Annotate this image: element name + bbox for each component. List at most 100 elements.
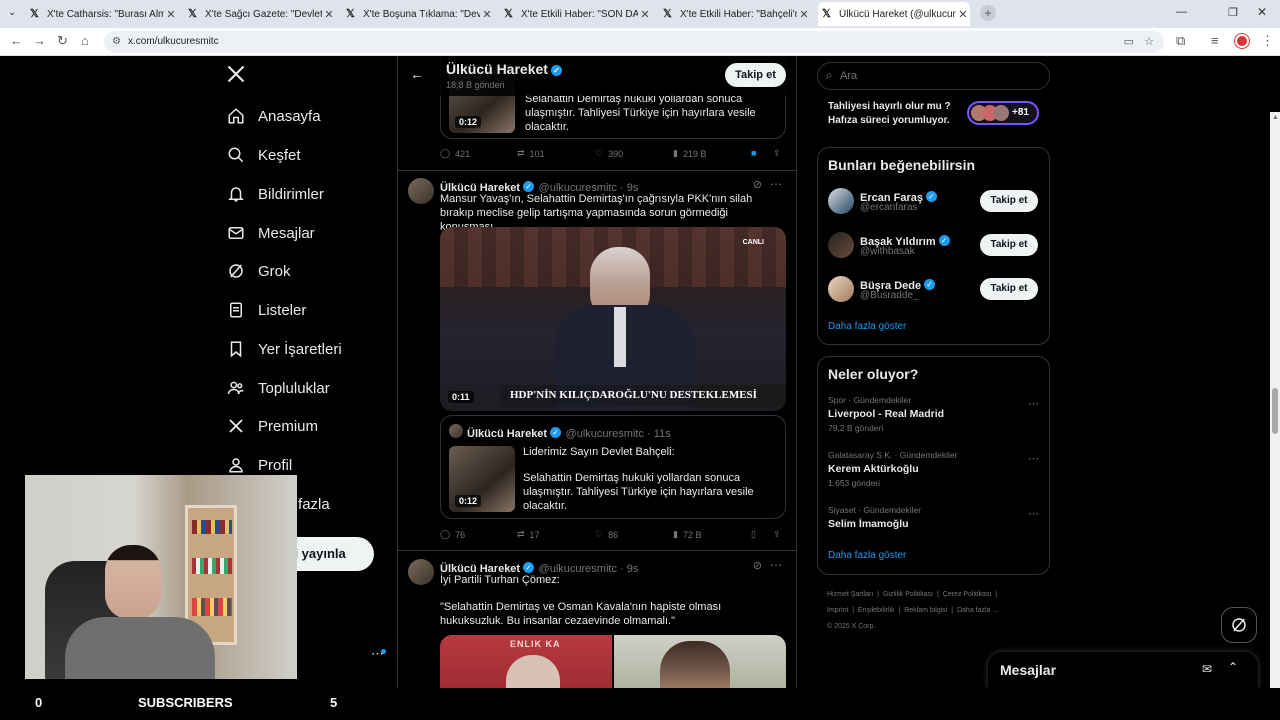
suggested-user[interactable]: Ercan Faraş ✓ @ercanfaras Takip et [818,184,1049,224]
browser-tab[interactable]: 𝕏 X'te Sağcı Gazete: "Devlet Bahç✕ [184,2,336,26]
close-tab-icon[interactable]: ✕ [164,8,178,21]
minimize-icon[interactable]: — [1176,6,1187,18]
page-scrollbar[interactable]: ▲ ▼ [1270,112,1280,688]
tweet-avatar[interactable] [408,178,434,204]
grok-explain-icon[interactable]: ⊘ [753,559,762,572]
expand-up-icon[interactable]: ⌃ [1228,660,1238,674]
more-options-icon[interactable]: ⋯ [770,558,782,572]
suggested-user[interactable]: Başak Yıldırım ✓ @withbasak Takip et [818,228,1049,268]
back-arrow-icon[interactable]: ← [410,66,424,82]
video-thumbnail[interactable]: 0:12 [449,446,515,512]
nav-communities[interactable]: Topluluklar [226,373,330,403]
grok-explain-icon[interactable]: ⊘ [753,178,762,191]
address-bar[interactable]: ⚙ x.com/ulkucuresmitc ▭ ☆ [104,31,1164,53]
browser-tab[interactable]: 𝕏 X'te Etkili Haber: "Bahçeli'nin se✕ [659,2,811,26]
nav-lists[interactable]: Listeler [226,295,306,325]
extensions-icon[interactable]: ⧉ [1176,33,1185,49]
spaces-participants[interactable]: +81 [967,101,1039,125]
nav-notifications[interactable]: Bildirimler [226,179,324,209]
x-logo-icon[interactable] [226,64,246,89]
nav-home[interactable]: Anasayfa [226,101,321,131]
profile-avatar[interactable] [1235,34,1249,48]
follow-button[interactable]: Takip et [980,234,1038,256]
home-icon[interactable]: ⌂ [81,33,89,48]
footer-link[interactable]: Gizlilik Politikası [883,591,933,598]
show-more-link[interactable]: Daha fazla göster [828,321,906,332]
tweet-images[interactable]: ENLIK KA [440,635,786,688]
search-input[interactable] [840,67,1040,85]
tab-list-chevron-icon[interactable]: ⌄ [8,7,16,18]
nav-grok[interactable]: Grok [226,256,291,286]
new-message-icon[interactable]: ✉ [1202,662,1212,676]
nav-bookmarks[interactable]: Yer İşaretleri [226,334,342,364]
nav-premium[interactable]: Premium [226,411,318,441]
like-button[interactable]: ♡ 390 [595,148,623,159]
tweet-image-right[interactable] [614,635,786,688]
scroll-up-icon[interactable]: ▲ [1272,114,1279,121]
back-icon[interactable]: ← [10,33,23,48]
like-button[interactable]: ♡ 86 [595,529,618,540]
footer-link[interactable]: Çerez Politikası [943,591,992,598]
close-tab-icon[interactable]: ✕ [322,8,336,21]
footer-link[interactable]: Imprint [827,607,848,614]
site-info-icon[interactable]: ⚙ [112,31,121,53]
search-box[interactable]: ⌕ [817,62,1050,90]
reload-icon[interactable]: ↻ [57,33,68,49]
menu-icon[interactable]: ⋮ [1261,33,1274,49]
messages-drawer[interactable]: Mesajlar ✉ ⌃ [988,652,1258,688]
maximize-icon[interactable]: ❐ [1228,6,1238,19]
follow-button[interactable]: Takip et [980,278,1038,300]
views-icon: ▮ [673,529,678,539]
speaker-shirt [614,307,626,367]
follow-button[interactable]: Takip et [725,63,786,87]
install-icon[interactable]: ▭ [1124,31,1134,53]
grok-floating-button[interactable] [1221,607,1257,643]
tweet-image-left[interactable]: ENLIK KA [440,635,612,688]
scrollbar-thumb[interactable] [1272,388,1278,434]
reply-button[interactable]: ◯ 421 [440,148,470,159]
bookmark-star-icon[interactable]: ☆ [1144,31,1154,53]
retweet-button[interactable]: ⇄ 101 [517,148,545,159]
close-tab-icon[interactable]: ✕ [638,8,652,21]
more-options-icon[interactable]: ⋯ [1028,397,1039,410]
nav-messages[interactable]: Mesajlar [226,218,315,248]
close-tab-icon[interactable]: ✕ [956,8,970,21]
more-options-icon[interactable]: ⋯ [1028,452,1039,465]
follow-button[interactable]: Takip et [980,190,1038,212]
browser-tab[interactable]: 𝕏 X'te Boşuna Tıklama: "Devlet Ba✕ [342,2,494,26]
suggested-user[interactable]: Büşra Dede ✓ @Busradde_ Takip et [818,272,1049,312]
browser-tab[interactable]: 𝕏 X'te Etkili Haber: "SON DAKİKA✕ [500,2,652,26]
tweet-video[interactable]: CANLI HDP'NİN KILIÇDAROĞLU'NU DESTEKLEME… [440,227,786,411]
show-more-link[interactable]: Daha fazla göster [828,550,906,561]
browser-tab-active[interactable]: 𝕏 Ülkücü Hareket (@ulkucuresmi✕ [818,2,970,26]
footer-link[interactable]: Erişilebilirlik [858,607,895,614]
views-button[interactable]: ▮ 219 B [673,148,706,159]
footer-link[interactable]: Hizmet Şartları [827,591,873,598]
bookmark-button[interactable]: ■ [751,148,756,158]
views-button[interactable]: ▮ 72 B [673,529,701,540]
more-options-icon[interactable]: ⋯ [1028,507,1039,520]
trend-item[interactable]: Spor · Gündemdekiler Liverpool - Real Ma… [818,395,1049,437]
tweet-avatar[interactable] [408,559,434,585]
close-tab-icon[interactable]: ✕ [797,8,811,21]
retweet-button[interactable]: ⇄ 17 [517,529,540,540]
trend-item[interactable]: Galatasaray S.K. · Gündemdekiler Kerem A… [818,450,1049,492]
spaces-title[interactable]: Tahliyesi hayırlı olur mu ? Hafıza sürec… [828,100,963,128]
share-button[interactable]: ⇪ [773,148,781,159]
bookmark-button[interactable]: ▯ [751,529,756,540]
media-icon[interactable]: ≡ [1211,33,1219,48]
more-options-icon[interactable]: ⋯ [770,177,782,191]
nav-explore[interactable]: Keşfet [226,140,301,170]
quoted-tweet[interactable]: Ülkücü Hareket ✓ @ulkucuresmitc · 11s 0:1… [440,415,786,519]
footer-link[interactable]: Daha fazla ... [957,607,998,614]
browser-tab[interactable]: 𝕏 X'te Catharsis: "Burası Almanya✕ [26,2,178,26]
reply-button[interactable]: ◯ 76 [440,529,465,540]
forward-icon[interactable]: → [33,33,46,48]
tweet-text-line2: "Selahattin Demirtaş ve Osman Kavala'nın… [440,601,722,627]
trend-item[interactable]: Siyaset · Gündemdekiler Selim İmamoğlu ⋯ [818,505,1049,537]
new-tab-icon[interactable]: + [980,5,996,21]
footer-link[interactable]: Reklam bilgisi [904,607,947,614]
close-window-icon[interactable]: ✕ [1257,5,1267,19]
share-button[interactable]: ⇪ [773,529,781,540]
close-tab-icon[interactable]: ✕ [480,8,494,21]
